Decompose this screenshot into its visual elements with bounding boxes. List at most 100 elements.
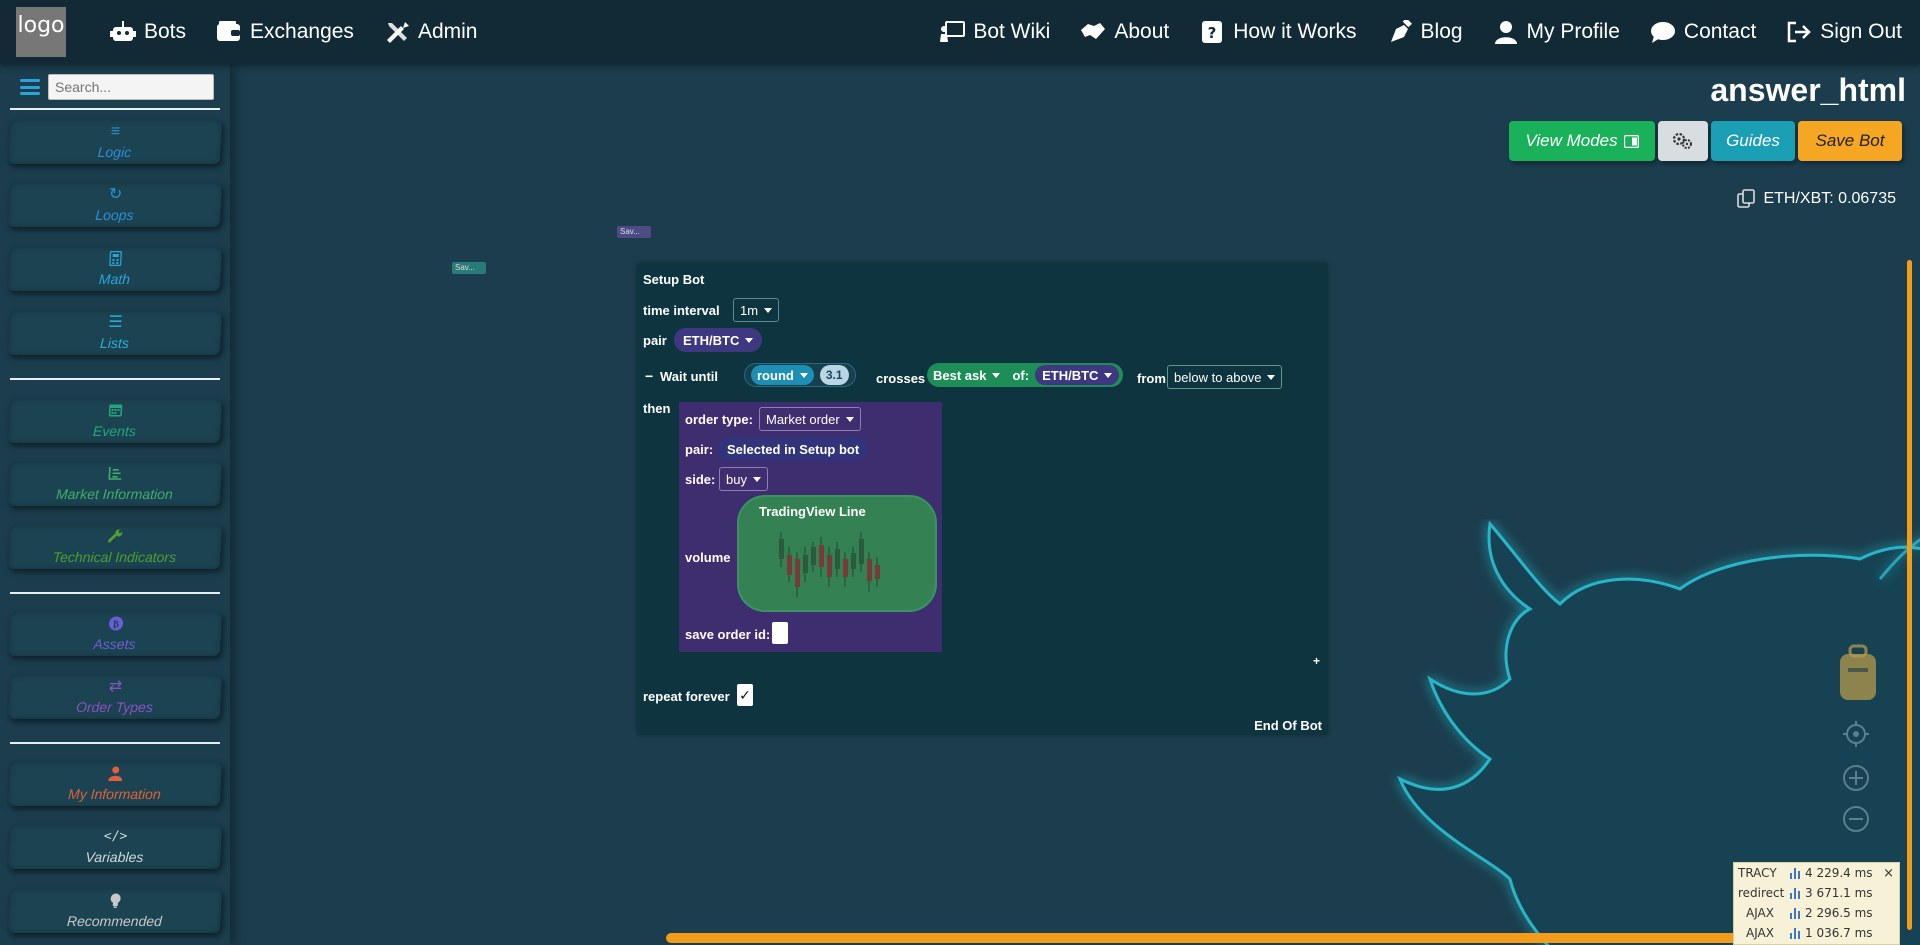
block-toolbox-sidebar: ≡ Logic ↻ Loops Math ☰ Lists Events Mark… [0,64,230,945]
nav-bot-wiki[interactable]: Bot Wiki [939,20,1050,44]
tradingview-line-block[interactable]: TradingView Line [737,495,937,612]
category-lists-label: Lists [99,335,130,351]
calculator-icon [109,250,123,269]
time-interval-label: time interval [643,303,720,318]
zoom-out-icon[interactable] [1842,805,1870,833]
pen-nib-icon [1390,20,1412,42]
top-navbar: logo Bots Exchanges Admin Bot Wiki About… [0,0,1920,64]
time-interval-dropdown[interactable]: 1m [733,298,780,322]
tracy-row-value: 4 229.4 ms [1805,866,1873,880]
nav-blog-label: Blog [1420,20,1463,43]
order-block[interactable]: order type: Market order pair: Selected … [679,402,942,652]
category-lists[interactable]: ☰ Lists [7,311,223,355]
lightbulb-icon [109,893,122,911]
view-modes-button[interactable]: View Modes [1509,121,1655,161]
nav-contact[interactable]: Contact [1650,20,1756,44]
recenter-icon[interactable] [1842,720,1870,748]
category-market-information[interactable]: Market Information [7,462,223,506]
category-logic[interactable]: ≡ Logic [7,120,223,164]
category-events[interactable]: Events [7,399,223,443]
category-technical-indicators[interactable]: Technical Indicators [7,525,223,569]
collapsed-save-block[interactable]: Sav... [452,262,486,274]
of-pair-dropdown[interactable]: ETH/BTC [1035,365,1120,385]
guides-button[interactable]: Guides [1711,121,1795,161]
trash-backpack-icon[interactable] [1838,644,1878,704]
gears-icon [1672,132,1692,149]
order-pair-value[interactable]: Selected in Setup bot [718,437,869,461]
nav-my-profile[interactable]: My Profile [1493,20,1620,44]
side-dropdown[interactable]: buy [719,467,768,491]
best-ask-block[interactable]: Best ask of: ETH/BTC [927,363,1124,387]
zoom-in-icon[interactable] [1842,764,1870,792]
block-workspace[interactable]: Sav... Sav... Setup Bot time interval 1m… [230,64,1920,945]
nav-sign-out-label: Sign Out [1820,20,1902,43]
book-open-icon [1623,134,1639,148]
exchange-arrows-icon: ⇄ [108,678,123,695]
settings-button[interactable] [1658,121,1708,161]
category-order-types[interactable]: ⇄ Order Types [7,675,223,719]
block-search-input[interactable] [48,74,214,100]
chevron-down-icon [752,476,761,482]
nav-sign-out[interactable]: Sign Out [1786,20,1902,44]
tracy-row[interactable]: AJAX 1 036.7 ms [1734,923,1899,943]
logic-icon: ≡ [110,123,121,140]
category-my-information[interactable]: My Information [7,762,223,806]
nav-exchanges[interactable]: Exchanges [216,20,354,44]
category-loops[interactable]: ↻ Loops [7,183,223,227]
nav-bots[interactable]: Bots [110,20,186,44]
vertical-scrollbar[interactable] [1907,260,1912,930]
bar-chart-icon [1790,927,1801,939]
refresh-icon: ↻ [108,186,123,203]
time-interval-value: 1m [740,302,759,318]
repeat-forever-checkbox[interactable]: ✓ [737,684,753,706]
tracy-row[interactable]: TRACY 4 229.4 ms × [1734,863,1899,883]
person-chalkboard-icon [940,21,966,42]
category-variables[interactable]: </> Variables [7,825,223,869]
nav-admin[interactable]: Admin [384,20,477,44]
add-block-plus[interactable]: + [1313,654,1320,668]
order-type-dropdown[interactable]: Market order [759,407,861,431]
tracy-row-value: 3 671.1 ms [1805,886,1873,900]
category-technical-indicators-label: Technical Indicators [52,549,177,565]
category-assets[interactable]: ₿ Assets [7,612,223,656]
calendar-icon [108,403,123,421]
pair-dropdown[interactable]: ETH/BTC [674,328,763,352]
nav-my-profile-label: My Profile [1526,20,1620,43]
horizontal-scrollbar[interactable] [666,933,1900,943]
category-recommended[interactable]: Recommended [7,889,223,933]
nav-about[interactable]: About [1080,20,1169,44]
category-recommended-label: Recommended [66,913,163,929]
category-market-information-label: Market Information [55,486,174,502]
save-bot-button[interactable]: Save Bot [1798,121,1902,161]
nav-bots-label: Bots [144,20,187,43]
save-order-id-input[interactable] [772,622,788,644]
tracy-row[interactable]: redirect 3 671.1 ms [1734,883,1899,903]
nav-blog[interactable]: Blog [1387,20,1463,44]
category-loops-label: Loops [94,207,134,223]
collapsed-save-block[interactable]: Sav... [617,226,651,238]
tools-icon [386,22,409,43]
from-direction-dropdown[interactable]: below to above [1167,365,1283,389]
setup-bot-block[interactable]: Setup Bot time interval 1m pair ETH/BTC … [637,263,1328,735]
candlestick-chart-icon [779,532,880,597]
round-dropdown[interactable]: round [751,365,814,385]
tracy-close-icon[interactable]: × [1883,866,1899,881]
copy-icon[interactable] [1737,189,1757,209]
round-label: round [757,367,794,383]
collapse-toggle[interactable]: − [645,368,653,384]
nav-how-it-works[interactable]: ? How it Works [1199,20,1357,44]
logo[interactable]: logo [16,7,66,57]
user-icon [108,766,123,784]
wait-until-row[interactable]: round 3.1 crosses Best ask of: ETH/BTC f… [744,357,1322,393]
hamburger-menu-icon[interactable] [20,79,40,95]
tracy-row-key: AJAX [1746,906,1774,920]
round-value-block[interactable]: round 3.1 [744,363,856,387]
category-math[interactable]: Math [7,247,223,291]
round-number-input[interactable]: 3.1 [819,365,849,385]
svg-text:?: ? [1208,24,1217,42]
bot-title: answer_html [1710,72,1906,108]
code-icon: </> [103,829,128,844]
save-order-id-label: save order id: [685,627,771,642]
tracy-row-key: AJAX [1746,926,1774,940]
tracy-row[interactable]: AJAX 2 296.5 ms [1734,903,1899,923]
